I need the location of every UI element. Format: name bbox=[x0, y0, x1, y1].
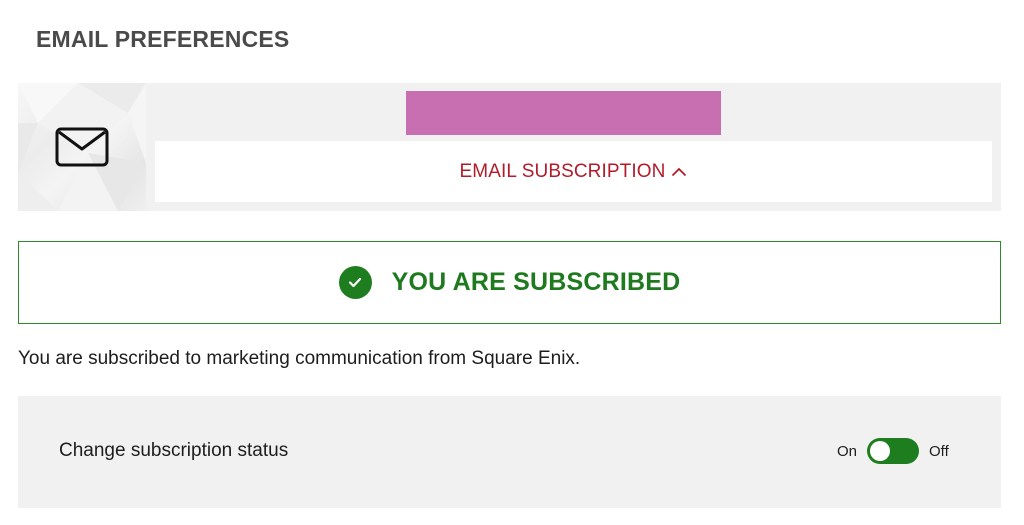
email-subscription-toggle[interactable]: EMAIL SUBSCRIPTION bbox=[155, 141, 992, 202]
subscription-description: You are subscribed to marketing communic… bbox=[18, 348, 581, 369]
switch-knob bbox=[870, 441, 891, 461]
change-status-panel: Change subscription status On Off bbox=[18, 396, 1001, 508]
switch-off-label: Off bbox=[929, 442, 949, 460]
switch-on-label: On bbox=[837, 442, 858, 460]
subscribed-status-text: YOU ARE SUBSCRIBED bbox=[391, 268, 681, 296]
check-circle-icon bbox=[338, 266, 372, 299]
change-status-label: Change subscription status bbox=[59, 440, 289, 461]
chevron-up-icon bbox=[672, 167, 687, 177]
subscription-status-switch[interactable] bbox=[867, 438, 920, 464]
subscribed-status-banner: YOU ARE SUBSCRIBED bbox=[18, 241, 1001, 324]
subscription-switch-group: On Off bbox=[837, 438, 949, 464]
email-subscription-label: EMAIL SUBSCRIPTION bbox=[459, 160, 666, 182]
envelope-icon bbox=[55, 127, 109, 167]
page-title: EMAIL PREFERENCES bbox=[36, 26, 290, 52]
redacted-email bbox=[406, 91, 721, 135]
icon-tile bbox=[18, 83, 146, 211]
email-subscription-panel: EMAIL SUBSCRIPTION bbox=[18, 83, 1001, 211]
